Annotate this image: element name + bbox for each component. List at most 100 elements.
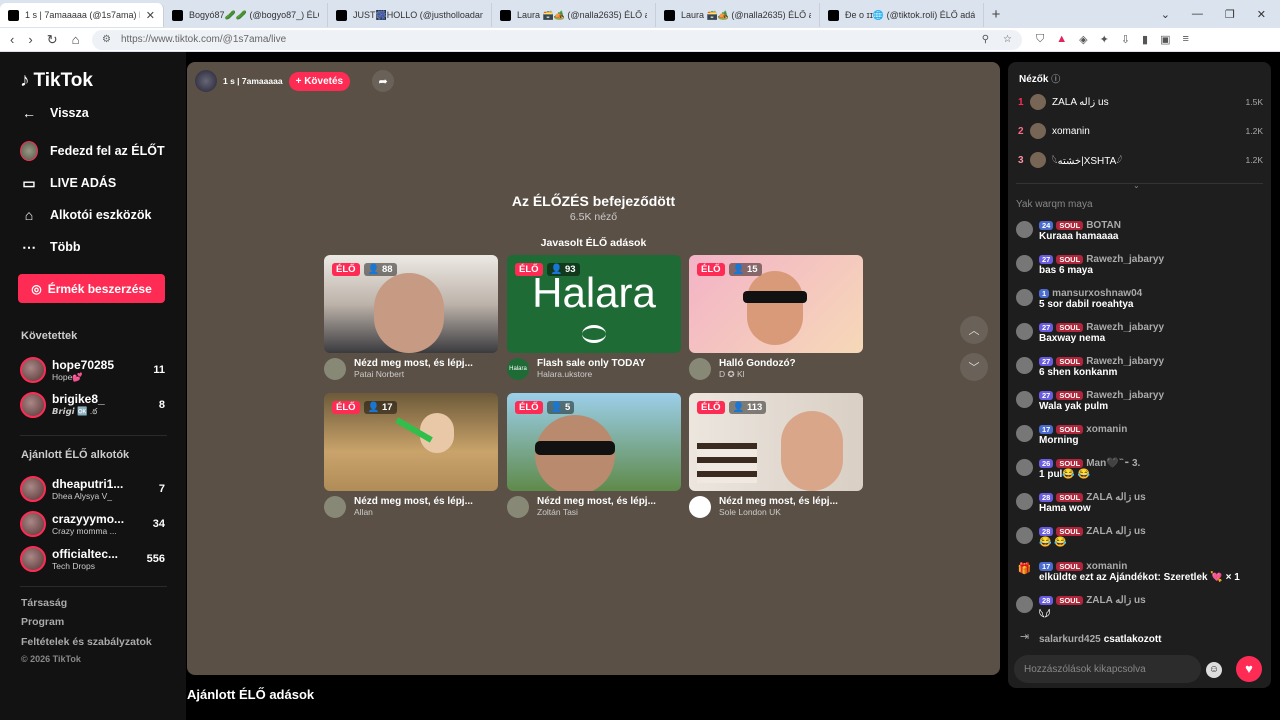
avatar[interactable] bbox=[1016, 596, 1033, 613]
download-icon[interactable]: ⇩ bbox=[1121, 33, 1130, 46]
avatar[interactable] bbox=[1016, 391, 1033, 408]
scroll-down-icon[interactable]: ﹀ bbox=[960, 353, 988, 381]
home-icon: ⌂ bbox=[24, 207, 34, 223]
live-card[interactable]: ÉLŐ 👤 88 Nézd meg most, és lépj... Patai N… bbox=[324, 255, 498, 380]
following-header: Követettek bbox=[21, 330, 78, 342]
browser-tab-2[interactable]: Bogyó87🥒🥒 (@bogyo87_) ÉLŐ a bbox=[164, 3, 328, 27]
avatar bbox=[1030, 94, 1046, 110]
following-account[interactable]: brigike8_ 𝘽𝙧𝙞𝙜𝙞 🆗 .ఠ 8 bbox=[20, 390, 165, 420]
nav-creator-tools[interactable]: ⌂ Alkotói eszközök bbox=[20, 206, 152, 224]
tiktok-favicon-icon bbox=[8, 9, 19, 21]
avatar[interactable] bbox=[1016, 459, 1033, 476]
chat-message: 28 SOUL ZALA زاله us Hama wow bbox=[1016, 492, 1266, 514]
comment-input[interactable]: Hozzászólások kikapcsolva bbox=[1014, 655, 1201, 683]
warning-icon[interactable]: ▲ bbox=[1056, 33, 1067, 46]
forward-icon[interactable]: › bbox=[28, 32, 32, 48]
sidebar-icon[interactable]: ▮ bbox=[1142, 33, 1148, 46]
extensions-toolbar: ⛉ ▲ ◈ ✦ ⇩ ▮ ▣ ≡ bbox=[1022, 33, 1189, 46]
host-bar: 1 s | 7amaaaaa + Követés ➦ bbox=[195, 70, 395, 92]
restore-icon[interactable]: ❐ bbox=[1225, 8, 1235, 21]
bookmark-icon[interactable]: ☆ bbox=[1003, 34, 1012, 45]
new-tab-icon[interactable]: + bbox=[984, 6, 1008, 23]
top-viewer[interactable]: 3 𓆩خشته|XSHTA𓆪 1.2K bbox=[1018, 152, 1263, 168]
top-viewer[interactable]: 1 ZALA زاله us 1.5K bbox=[1018, 94, 1263, 110]
avatar[interactable] bbox=[1016, 323, 1033, 340]
shield-icon[interactable]: ⛉ bbox=[1036, 33, 1044, 46]
close-window-icon[interactable]: ✕ bbox=[1257, 8, 1266, 21]
avatar bbox=[20, 392, 46, 418]
avatar[interactable] bbox=[1016, 493, 1033, 510]
join-message: ⇥ salarkurd425 csatlakozott bbox=[1016, 629, 1266, 647]
nav-live-studio[interactable]: ▭ LIVE ADÁS bbox=[20, 174, 116, 192]
live-card[interactable]: ÉLŐ 👤 5 Nézd meg most, és lépj... Zoltán T… bbox=[507, 393, 681, 518]
avatar bbox=[689, 358, 711, 380]
scroll-up-icon[interactable]: ︿ bbox=[960, 316, 988, 344]
nav-more[interactable]: ⋯ Több bbox=[20, 238, 81, 256]
chat-message: 28 SOUL ZALA زاله us 𓆩𓆪 bbox=[1016, 595, 1266, 622]
close-tab-icon[interactable]: ✕ bbox=[146, 9, 155, 22]
avatar[interactable] bbox=[1016, 357, 1033, 374]
menu-icon[interactable]: ≡ bbox=[1183, 33, 1189, 46]
browser-tab-1[interactable]: 1 s | 7amaaaaa (@1s7ama) ÉLŐ ad✕ bbox=[0, 3, 164, 27]
viewers-header: Nézők ⓘ bbox=[1019, 74, 1061, 85]
chat-message: 26 SOUL Man🖤 ᷈ ⁃ 3. 1 pul😂 😂 bbox=[1016, 458, 1266, 480]
zoom-icon[interactable]: ⚲ bbox=[982, 34, 989, 45]
tiktok-favicon-icon bbox=[336, 9, 347, 21]
avatar[interactable] bbox=[1016, 221, 1033, 238]
home-icon[interactable]: ⌂ bbox=[72, 32, 80, 48]
avatar[interactable] bbox=[1016, 527, 1033, 544]
live-card[interactable]: ÉLŐ 👤 15 Halló Gondozó? D ✪ Kl bbox=[689, 255, 863, 380]
live-card[interactable]: Halara ÉLŐ 👤 93 Halara Flash sale only TOD… bbox=[507, 255, 681, 380]
browser-tab-3[interactable]: JUST🎆HOLLO (@justholloadam) ÉLŐ bbox=[328, 3, 492, 27]
live-card[interactable]: ÉLŐ 👤 113 Nézd meg most, és lépj... Sole L… bbox=[689, 393, 863, 518]
stream-ended-title: Az ÉLŐZÉS befejeződött bbox=[511, 193, 676, 209]
footer-link-company[interactable]: Társaság bbox=[21, 597, 67, 609]
suggested-account[interactable]: dheaputri1... Dhea Alysya V_ 7 bbox=[20, 474, 165, 504]
tiktok-favicon-icon bbox=[500, 9, 511, 21]
get-coins-button[interactable]: ◎ Érmék beszerzése bbox=[18, 274, 165, 303]
chat-message: 24 SOUL BOTAN Kuraaa hamaaaa bbox=[1016, 220, 1266, 242]
top-viewer[interactable]: 2 xomanin 1.2K bbox=[1018, 123, 1263, 139]
suggested-account[interactable]: officialtec... Tech Drops 556 bbox=[20, 544, 165, 574]
info-icon[interactable]: ⓘ bbox=[1051, 74, 1060, 84]
extension-icon[interactable]: ◈ bbox=[1079, 33, 1087, 46]
footer-link-terms[interactable]: Feltételek és szabályzatok bbox=[21, 636, 152, 648]
host-name[interactable]: 1 s | 7amaaaaa bbox=[223, 76, 283, 86]
gift-icon: 🎁 bbox=[1017, 563, 1032, 575]
back-icon[interactable]: ‹ bbox=[10, 32, 14, 48]
nav-explore-live[interactable]: Fedezd fel az ÉLŐT bbox=[20, 141, 165, 161]
follow-button[interactable]: + Követés bbox=[288, 71, 351, 91]
tab-list-icon[interactable]: ⌄ bbox=[1161, 8, 1170, 21]
emoji-icon[interactable]: ☺ bbox=[1206, 662, 1222, 678]
divider bbox=[20, 586, 167, 587]
copyright: © 2026 TikTok bbox=[21, 654, 81, 664]
avatar[interactable] bbox=[1016, 255, 1033, 272]
viewer-badge: 👤 88 bbox=[363, 263, 397, 276]
like-heart-icon[interactable]: ♥ bbox=[1236, 656, 1262, 682]
following-account[interactable]: hope70285 Hope💕 11 bbox=[20, 355, 165, 385]
tiktok-logo[interactable]: ♪ TikTok bbox=[20, 70, 93, 92]
avatar bbox=[20, 357, 46, 383]
nav-back[interactable]: ← Vissza bbox=[20, 104, 89, 122]
avatar[interactable] bbox=[1016, 425, 1033, 442]
url-field[interactable]: ⚙ https://www.tiktok.com/@1s7ama/live ⚲ ☆ bbox=[92, 29, 1022, 50]
browser-tab-5[interactable]: Laura 🗃️🏕️ (@nalla2635) ÉLŐ adá bbox=[656, 3, 820, 27]
host-avatar[interactable] bbox=[195, 70, 217, 92]
minimize-icon[interactable]: — bbox=[1192, 8, 1203, 20]
expand-chevron-icon[interactable]: ⌄ bbox=[1133, 181, 1140, 190]
browser-tab-4[interactable]: Laura 🗃️🏕️ (@nalla2635) ÉLŐ adá bbox=[492, 3, 656, 27]
share-icon[interactable]: ➦ bbox=[372, 70, 395, 92]
tiktok-favicon-icon bbox=[828, 9, 839, 21]
suggested-lives-header: Ajánlott ÉLŐ adások bbox=[187, 687, 315, 702]
avatar[interactable] bbox=[1016, 289, 1033, 306]
suggested-account[interactable]: crazyyymo... Crazy momma ... 34 bbox=[20, 509, 165, 539]
puzzle-icon[interactable]: ✦ bbox=[1100, 33, 1109, 46]
browser-tab-6[interactable]: Đe o ɪɪ🌐 (@tiktok.roli) ÉLŐ adás bbox=[820, 3, 984, 27]
avatar: Halara bbox=[507, 358, 529, 380]
reload-icon[interactable]: ↻ bbox=[47, 32, 58, 48]
footer-link-program[interactable]: Program bbox=[21, 616, 64, 628]
wallet-icon[interactable]: ▣ bbox=[1160, 33, 1170, 46]
gift-message: 🎁 17 SOUL xomanin elküldte ezt az Ajándékot:… bbox=[1017, 561, 1240, 583]
site-info-icon[interactable]: ⚙ bbox=[102, 34, 111, 45]
live-card[interactable]: ÉLŐ 👤 17 Nézd meg most, és lépj... Allan bbox=[324, 393, 498, 518]
